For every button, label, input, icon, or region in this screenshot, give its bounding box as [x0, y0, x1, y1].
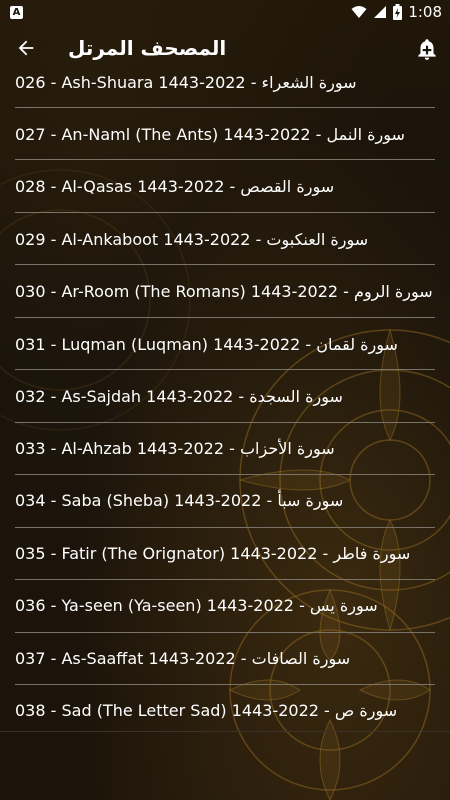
- back-button[interactable]: [14, 36, 38, 60]
- battery-charging-icon: [393, 4, 403, 20]
- list-item[interactable]: 030 - Ar-Room (The Romans) 1443-2022 - س…: [0, 265, 450, 317]
- surah-label: 035 - Fatir (The Orignator) 1443-2022 - …: [15, 543, 411, 563]
- status-time: 1:08: [408, 3, 442, 21]
- list-item[interactable]: 032 - As-Sajdah 1443-2022 - سورة السجدة: [0, 370, 450, 422]
- surah-label: 029 - Al-Ankaboot 1443-2022 - سورة العنك…: [15, 229, 369, 249]
- surah-label: 032 - As-Sajdah 1443-2022 - سورة السجدة: [15, 386, 343, 406]
- signal-icon: [374, 6, 387, 18]
- surah-label: 038 - Sad (The Letter Sad) 1443-2022 - س…: [15, 700, 398, 720]
- surah-label: 031 - Luqman (Luqman) 1443-2022 - سورة ل…: [15, 334, 398, 354]
- surah-label: 026 - Ash-Shuara 1443-2022 - سورة الشعرا…: [15, 72, 357, 92]
- status-bar: A 1:08: [0, 0, 450, 24]
- list-item[interactable]: 038 - Sad (The Letter Sad) 1443-2022 - س…: [0, 684, 450, 736]
- list-item[interactable]: 034 - Saba (Sheba) 1443-2022 - سورة سبأ: [0, 474, 450, 526]
- notification-a-icon: A: [10, 5, 23, 19]
- wifi-icon: [351, 6, 367, 18]
- surah-label: 034 - Saba (Sheba) 1443-2022 - سورة سبأ: [15, 490, 344, 510]
- surah-label: 033 - Al-Ahzab 1443-2022 - سورة الأحزاب: [15, 438, 335, 458]
- surah-label: 027 - An-Naml (The Ants) 1443-2022 - سور…: [15, 124, 405, 144]
- list-item[interactable]: 033 - Al-Ahzab 1443-2022 - سورة الأحزاب: [0, 422, 450, 474]
- list-bottom-divider: [0, 731, 450, 732]
- app-bar: المصحف المرتل: [0, 24, 450, 72]
- surah-label: 030 - Ar-Room (The Romans) 1443-2022 - س…: [15, 281, 433, 301]
- page-title: المصحف المرتل: [68, 36, 227, 60]
- list-item[interactable]: 029 - Al-Ankaboot 1443-2022 - سورة العنك…: [0, 213, 450, 265]
- surah-label: 028 - Al-Qasas 1443-2022 - سورة القصص: [15, 176, 335, 196]
- list-item[interactable]: 027 - An-Naml (The Ants) 1443-2022 - سور…: [0, 108, 450, 160]
- surah-label: 037 - As-Saaffat 1443-2022 - سورة الصافا…: [15, 648, 351, 668]
- list-item[interactable]: 037 - As-Saaffat 1443-2022 - سورة الصافا…: [0, 632, 450, 684]
- list-item[interactable]: 031 - Luqman (Luqman) 1443-2022 - سورة ل…: [0, 318, 450, 370]
- list-item[interactable]: 028 - Al-Qasas 1443-2022 - سورة القصص: [0, 160, 450, 212]
- add-alarm-button[interactable]: [414, 36, 440, 62]
- arrow-left-icon: [18, 40, 34, 56]
- list-item[interactable]: 036 - Ya-seen (Ya-seen) 1443-2022 - سورة…: [0, 579, 450, 631]
- list-item[interactable]: 035 - Fatir (The Orignator) 1443-2022 - …: [0, 527, 450, 579]
- alarm-add-icon: [418, 39, 436, 60]
- surah-label: 036 - Ya-seen (Ya-seen) 1443-2022 - سورة…: [15, 595, 378, 615]
